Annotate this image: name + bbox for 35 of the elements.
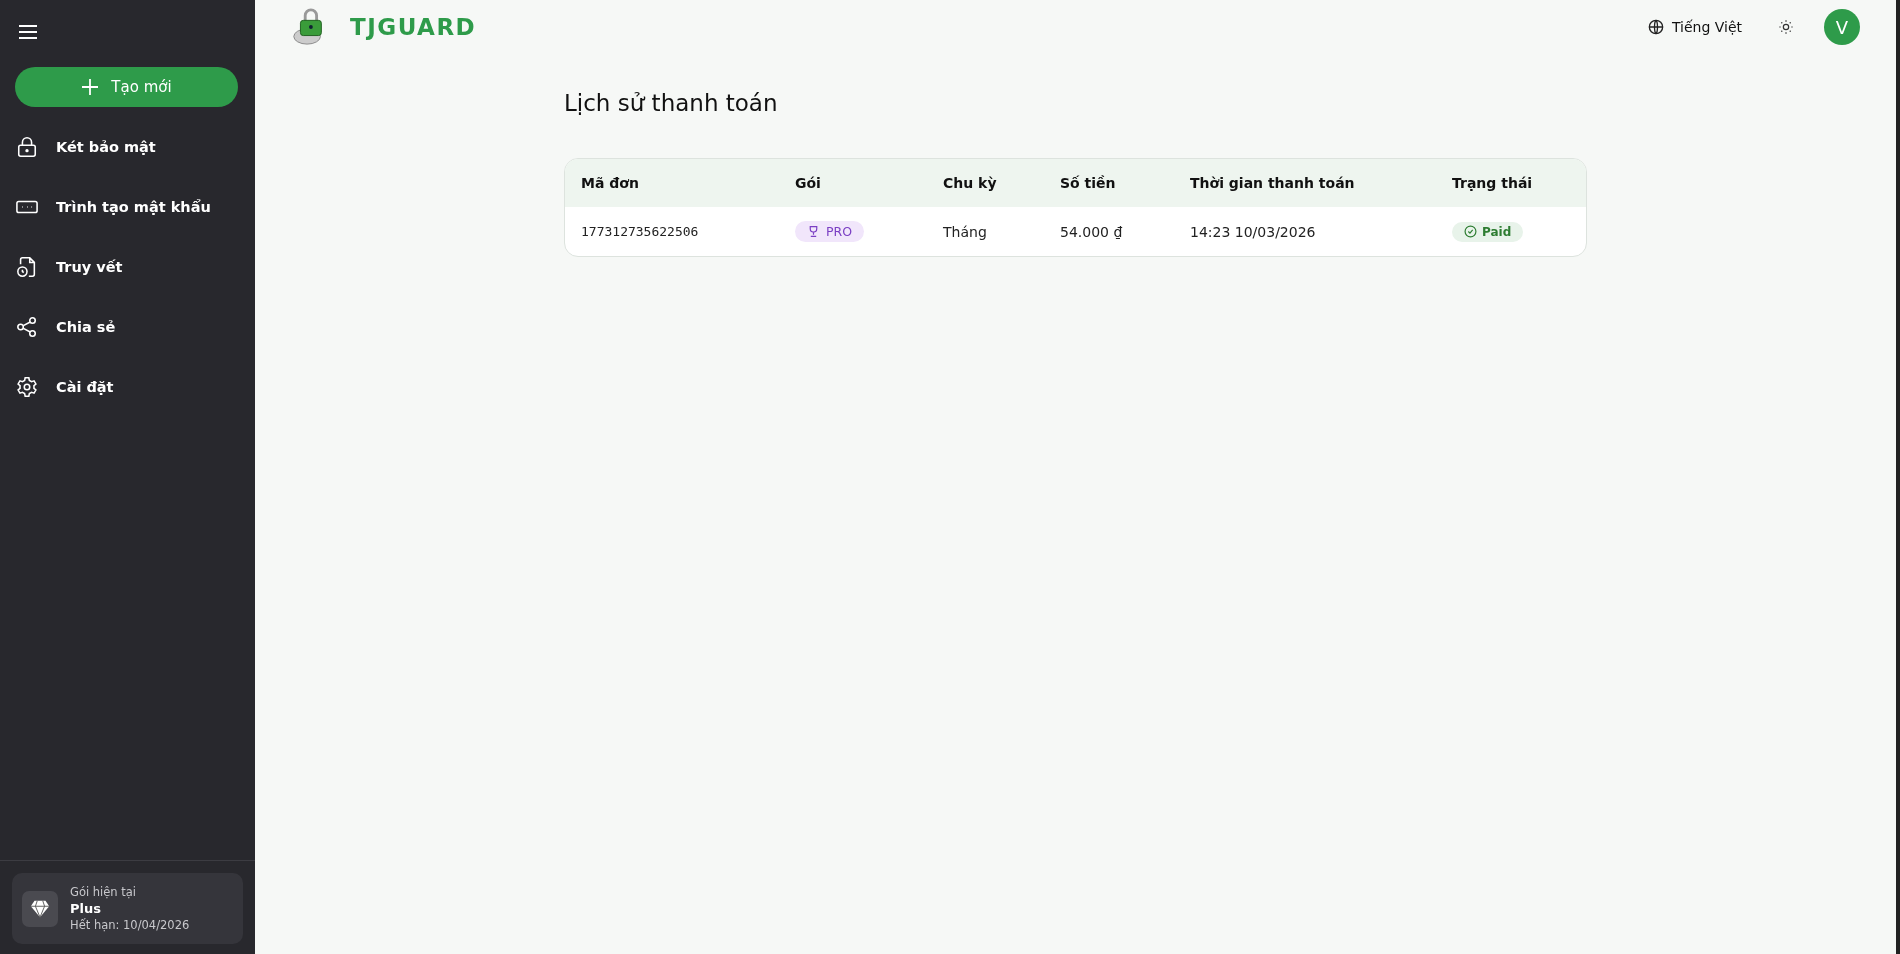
column-header: Chu kỳ	[943, 175, 998, 191]
column-header: Trạng thái	[1452, 175, 1534, 191]
globe-icon	[1647, 19, 1664, 35]
share-icon	[16, 316, 38, 338]
nav-item[interactable]: Chia sẻ	[0, 297, 255, 357]
order-id-cell-text: 177312735622506	[581, 224, 700, 239]
plan-caption: Gói hiện tại	[70, 885, 138, 899]
language-button[interactable]: Tiếng Việt	[1641, 18, 1748, 36]
nav-item[interactable]: Cài đặt	[0, 357, 255, 417]
plan-badge: PRO	[795, 221, 865, 242]
theme-toggle-icon[interactable]	[1778, 19, 1794, 35]
plus-icon	[81, 78, 100, 96]
lock-icon	[16, 136, 38, 158]
trophy-icon	[807, 225, 820, 238]
plan-expiry: Hết hạn: 10/04/2026	[70, 918, 190, 932]
cycle-cell-text: Tháng	[943, 223, 988, 240]
brand-name: TJGUARD	[350, 14, 477, 40]
payment-time-cell-text: 14:23 10/03/2026	[1190, 223, 1317, 240]
column-header: Số tiền	[1060, 175, 1117, 191]
menu-icon[interactable]	[18, 24, 38, 40]
status-badge: Paid	[1452, 221, 1524, 242]
column-header: Thời gian thanh toán	[1190, 175, 1356, 191]
create-button[interactable]: Tạo mới	[15, 67, 238, 107]
column-header: Gói	[795, 175, 822, 191]
nav-item[interactable]: Trình tạo mật khẩu	[0, 177, 255, 237]
amount-cell-text: 54.000 ₫	[1060, 223, 1124, 240]
check-circle-icon	[1464, 225, 1477, 238]
nav-item[interactable]: Két bảo mật	[0, 117, 255, 177]
avatar[interactable]: V	[1824, 9, 1860, 45]
page-title: Lịch sử thanh toán	[564, 90, 779, 116]
column-header: Mã đơn	[581, 175, 640, 191]
settings-icon	[16, 376, 38, 398]
nav-item[interactable]: Truy vết	[0, 237, 255, 297]
plan-name: Plus	[70, 901, 102, 916]
document-clock-icon	[16, 256, 38, 278]
